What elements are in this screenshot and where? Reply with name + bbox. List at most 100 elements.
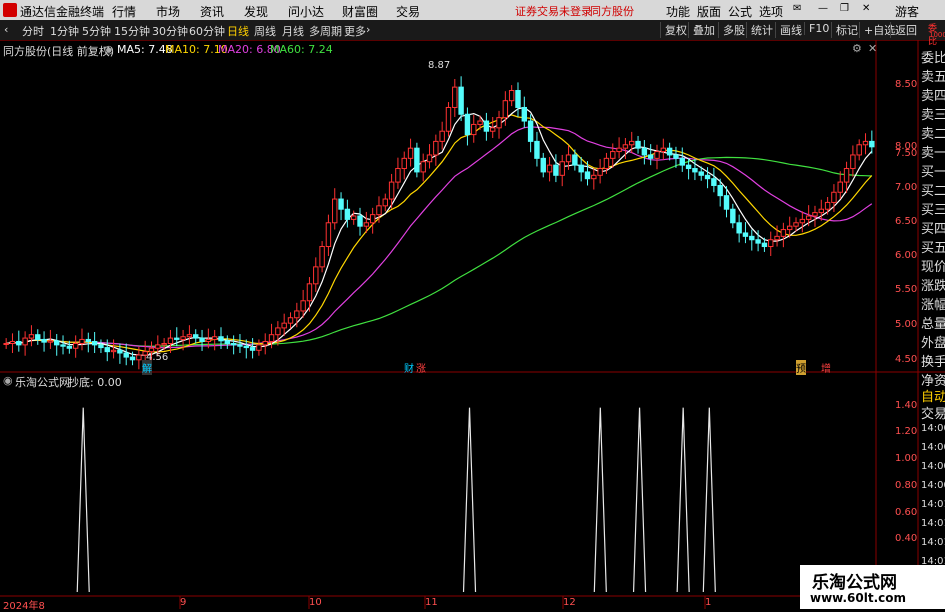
candle-body <box>155 344 161 349</box>
ma60-line <box>6 156 872 347</box>
candle-body <box>578 164 584 173</box>
candle-body <box>660 147 667 153</box>
candle-body <box>452 86 458 108</box>
candle-body <box>414 147 420 173</box>
y-tick: 6.00 <box>895 250 918 261</box>
candle-body <box>16 340 22 346</box>
candle-body <box>584 171 591 180</box>
candles <box>3 76 875 370</box>
label-buy2: 买二 <box>921 184 945 199</box>
candle-body <box>300 300 306 312</box>
candle-body <box>401 157 407 170</box>
chart-title: 同方股份(日线 前复权) <box>3 45 115 58</box>
candle-body <box>129 356 136 361</box>
candle-body <box>666 147 673 156</box>
trade-time: 14:00 <box>921 423 945 434</box>
ma20-path <box>6 126 873 349</box>
candle-body <box>723 195 730 210</box>
candle-body <box>180 336 186 340</box>
candle-body <box>496 117 502 129</box>
candle-body <box>654 151 660 159</box>
indicator-spike <box>702 407 716 593</box>
indicator-y-tick: 0.40 <box>895 533 918 544</box>
candle-body <box>439 130 445 142</box>
candle-body <box>357 215 363 227</box>
candle-body <box>768 239 774 248</box>
label-change-pct: 涨幅 <box>921 298 945 313</box>
candle-body <box>471 123 477 136</box>
candle-body <box>376 205 382 216</box>
candle-body <box>350 215 357 220</box>
candle-body <box>692 168 698 173</box>
candle-body <box>869 140 875 148</box>
label-volume: 总量 <box>921 317 945 332</box>
candle-body <box>256 344 262 351</box>
candle-body <box>799 218 806 224</box>
candle-body <box>110 349 117 353</box>
candle-body <box>843 168 850 183</box>
candle-body <box>186 334 193 338</box>
high-price-label: 8.87 <box>428 60 451 71</box>
candle-body <box>641 147 648 156</box>
candle-body <box>862 140 869 146</box>
event-increase[interactable]: 增 <box>821 360 831 375</box>
candle-body <box>325 222 332 248</box>
label-sell2: 卖二 <box>921 127 945 142</box>
candle-body <box>104 347 110 353</box>
site-watermark: 乐淘公式网 www.60lt.com <box>800 565 945 609</box>
candle-body <box>35 334 41 340</box>
candle-body <box>85 338 92 342</box>
label-sell1: 卖一 <box>921 146 945 161</box>
candle-body <box>559 161 565 176</box>
kline-chart[interactable] <box>0 0 945 609</box>
chart-settings-icon[interactable]: ⚙ <box>852 42 862 55</box>
ma-settings-icon[interactable]: ◉ <box>104 43 114 56</box>
candle-body <box>382 198 389 207</box>
candle-body <box>742 232 749 237</box>
candle-body <box>22 337 28 346</box>
indicator-y-tick: 1.40 <box>895 400 918 411</box>
event-limit-up[interactable]: 涨 <box>416 360 426 375</box>
chart-close-icon[interactable]: ✕ <box>868 42 877 55</box>
candle-body <box>685 164 692 170</box>
candle-body <box>433 140 439 156</box>
candle-body <box>66 345 73 349</box>
candle-body <box>167 337 174 345</box>
event-forecast[interactable]: 预 <box>796 360 806 375</box>
candle-body <box>407 147 414 159</box>
y-tick: 8.50 <box>895 79 918 90</box>
indicator-y-tick: 0.60 <box>895 507 918 518</box>
label-weibi: 委比 <box>921 51 945 66</box>
candle-body <box>363 222 370 227</box>
label-outer: 外盘 <box>921 336 945 351</box>
candle-body <box>610 151 616 159</box>
trade-time: 14:00 <box>921 461 945 472</box>
ma60-label: MA60: 7.24 <box>270 43 333 56</box>
date-label: 12 <box>563 597 576 608</box>
event-finance[interactable]: 财 <box>404 360 414 375</box>
indicator-spike <box>632 407 647 593</box>
trade-time: 14:00 <box>921 442 945 453</box>
indicator-settings-icon[interactable]: ◉ <box>3 374 13 387</box>
candle-body <box>755 239 761 244</box>
candle-body <box>717 184 723 197</box>
candle-body <box>60 344 66 347</box>
candle-body <box>515 90 521 108</box>
candle-body <box>420 161 426 173</box>
candle-body <box>338 198 344 210</box>
event-unlock[interactable]: 解 <box>142 360 152 375</box>
candle-body <box>28 334 35 339</box>
candle-body <box>572 154 578 166</box>
date-label: 9 <box>180 597 187 608</box>
candle-body <box>136 354 142 361</box>
candle-body <box>426 154 433 163</box>
candle-body <box>824 201 831 210</box>
candle-body <box>230 343 237 346</box>
candle-body <box>812 212 818 217</box>
candle-body <box>534 140 540 159</box>
candle-body <box>237 344 243 347</box>
y-tick: 4.50 <box>895 354 918 365</box>
indicator-y-tick: 0.80 <box>895 480 918 491</box>
candle-body <box>319 246 325 268</box>
candle-body <box>805 215 812 220</box>
